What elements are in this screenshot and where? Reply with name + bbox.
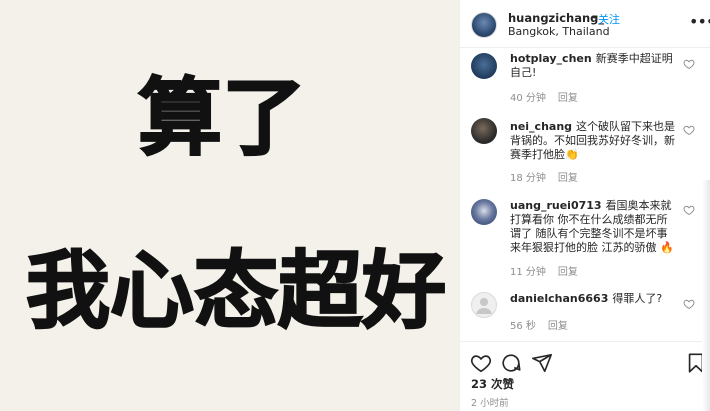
comment-username[interactable]: hotplay_chen: [510, 52, 592, 65]
comment-body: danielchan6663 得罪人了?: [510, 292, 678, 306]
comment-age: 11 分钟: [510, 267, 546, 278]
post-location[interactable]: Bangkok, Thailand: [508, 25, 610, 38]
reply-button[interactable]: 回复: [558, 173, 578, 184]
default-avatar-icon: [476, 298, 492, 314]
comment-text: 得罪人了?: [612, 292, 663, 305]
like-comment-icon[interactable]: [683, 58, 695, 70]
comment-age: 18 分钟: [510, 173, 546, 184]
post-timestamp[interactable]: 2 小时前: [471, 395, 509, 409]
commenter-avatar[interactable]: [471, 199, 497, 225]
like-comment-icon[interactable]: [683, 298, 695, 310]
comment-username[interactable]: nei_chang: [510, 120, 572, 133]
post-text-line-1: 算了: [137, 69, 307, 167]
commenter-avatar[interactable]: [471, 118, 497, 144]
comment-icon[interactable]: [500, 352, 522, 374]
comment-body: hotplay_chen 新赛季中超证明自己!: [510, 52, 678, 80]
post-image[interactable]: 算了 我心态超好: [0, 0, 459, 411]
comment-age: 40 分钟: [510, 93, 546, 104]
reply-button[interactable]: 回复: [558, 267, 578, 278]
commenter-avatar[interactable]: [471, 53, 497, 79]
like-count[interactable]: 23 次赞: [471, 376, 514, 392]
heart-icon[interactable]: [470, 352, 492, 374]
reply-button[interactable]: 回复: [558, 93, 578, 104]
like-comment-icon[interactable]: [683, 204, 695, 216]
author-avatar[interactable]: [471, 12, 497, 38]
comment-body: uang_ruei0713 看国奥本来就打算看你 你不在什么成绩都无所谓了 随队有…: [510, 199, 678, 255]
comment-meta: 11 分钟 回复: [510, 263, 578, 278]
panel-edge-shadow: [702, 180, 710, 411]
comments-panel: huangzichang_ • 关注 Bangkok, Thailand •••…: [459, 0, 710, 411]
comment-meta: 40 分钟 回复: [510, 89, 578, 104]
action-bar: [460, 341, 710, 374]
share-icon[interactable]: [531, 352, 553, 374]
comment-username[interactable]: danielchan6663: [510, 292, 608, 305]
like-comment-icon[interactable]: [683, 124, 695, 136]
reply-button[interactable]: 回复: [548, 321, 568, 332]
comment-username[interactable]: uang_ruei0713: [510, 199, 602, 212]
header-separator: •: [591, 11, 598, 24]
author-username[interactable]: huangzichang_: [508, 11, 604, 25]
post-header: huangzichang_ • 关注 Bangkok, Thailand •••: [460, 0, 710, 48]
more-icon[interactable]: •••: [689, 14, 710, 30]
post-text-line-2: 我心态超好: [25, 242, 447, 340]
comment-age: 56 秒: [510, 321, 536, 332]
commenter-avatar[interactable]: [471, 292, 497, 318]
comment-meta: 56 秒 回复: [510, 317, 568, 332]
comment-meta: 18 分钟 回复: [510, 169, 578, 184]
comment-body: nei_chang 这个破队留下来也是背锅的。不如回我苏好好冬训，新赛季打他脸👏: [510, 120, 678, 162]
